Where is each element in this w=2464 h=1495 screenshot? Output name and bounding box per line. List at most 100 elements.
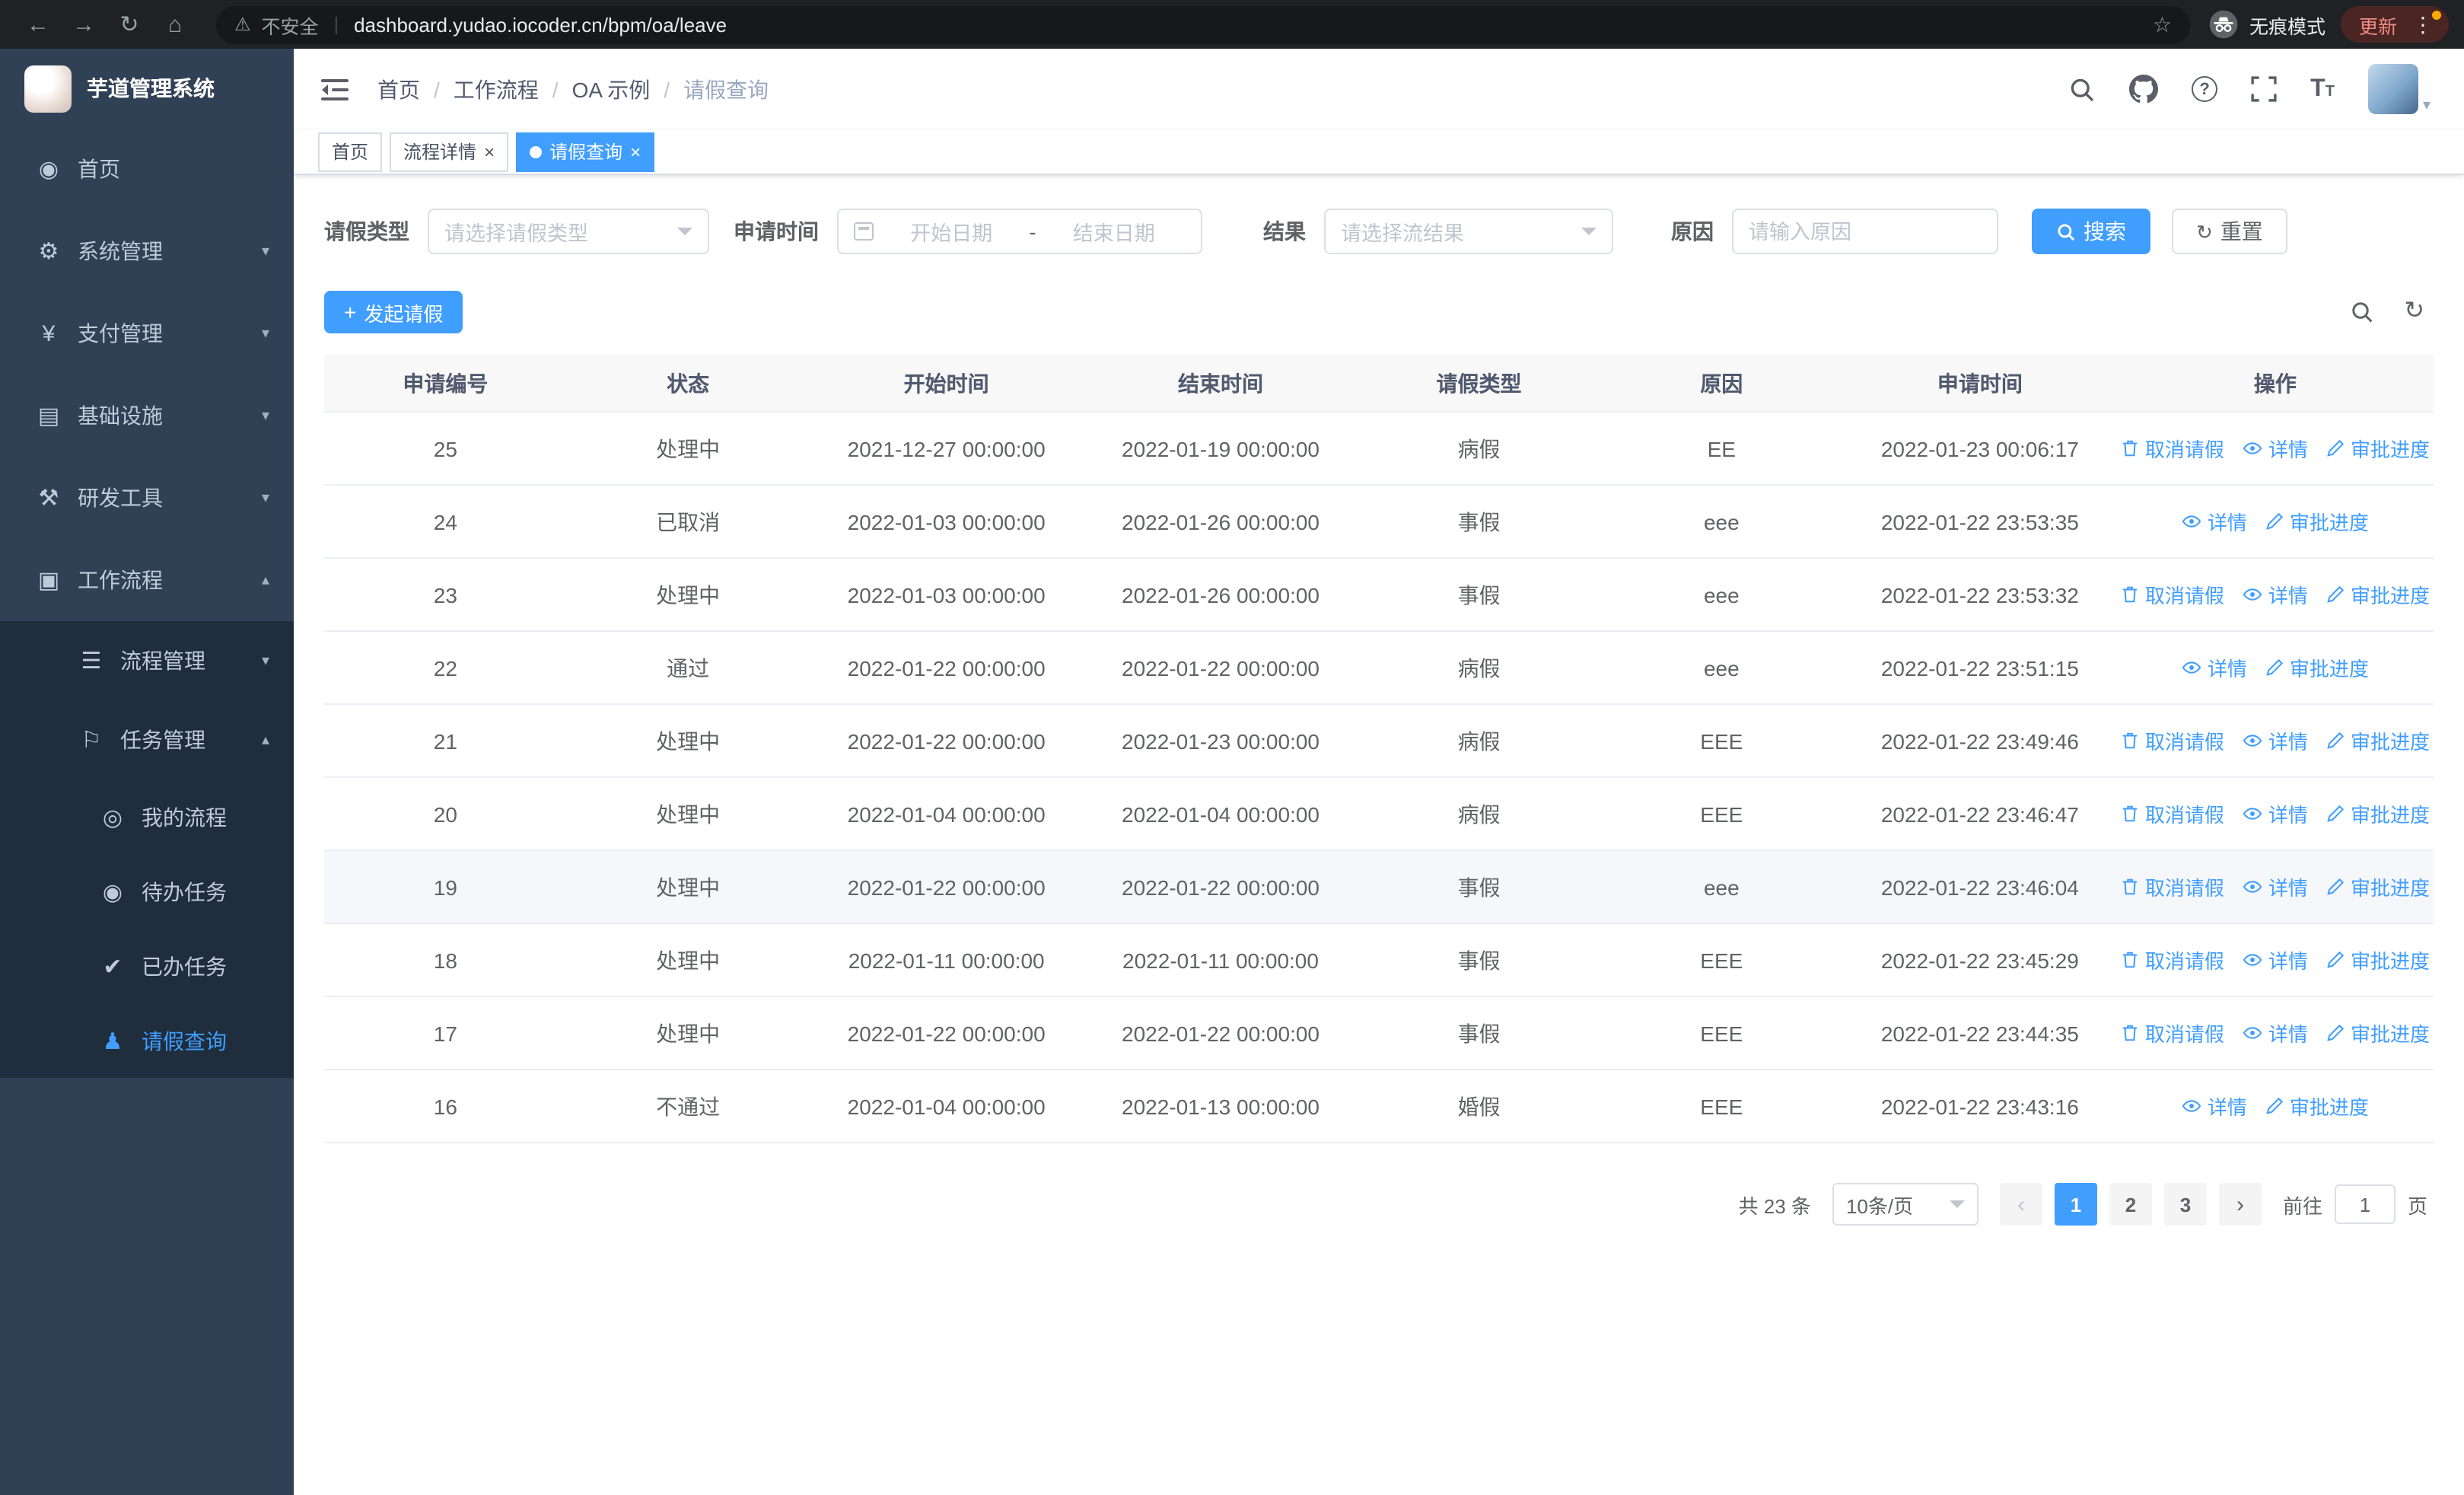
sidebar-item-label: 我的流程 [142, 805, 227, 829]
approval-progress-link[interactable]: 审批进度 [2326, 799, 2430, 828]
page-size-select[interactable]: 10条/页 [1832, 1183, 1979, 1226]
security-label[interactable]: 不安全 [262, 10, 319, 39]
search-button[interactable]: 搜索 [2032, 209, 2150, 254]
update-button[interactable]: 更新 ⋮ [2340, 6, 2449, 43]
fullscreen-icon[interactable] [2251, 76, 2277, 102]
detail-link[interactable]: 详情 [2182, 1092, 2247, 1120]
cancel-leave-link[interactable]: 取消请假 [2121, 945, 2224, 974]
detail-link[interactable]: 详情 [2243, 580, 2308, 609]
goto-page: 前往 页 [2283, 1184, 2427, 1224]
sidebar-item-label: 研发工具 [78, 486, 163, 510]
url-text[interactable]: dashboard.yudao.iocoder.cn/bpm/oa/leave [354, 13, 727, 36]
check-icon: ✔ [103, 954, 123, 980]
approval-progress-link[interactable]: 审批进度 [2326, 945, 2430, 974]
help-icon[interactable]: ? [2192, 76, 2218, 102]
detail-link[interactable]: 详情 [2243, 434, 2308, 463]
page-button-1[interactable]: 1 [2054, 1183, 2097, 1226]
workflow-submenu: ☰ 流程管理 ▾ ⚐ 任务管理 ▴ ◎ 我的流程 ◉ 待办任务 ✔ 已办任务 ♟… [0, 621, 294, 1078]
browser-menu-icon[interactable]: ⋮ [2405, 8, 2443, 37]
sidebar-item-done-tasks[interactable]: ✔ 已办任务 [0, 929, 294, 1003]
reason-label: 原因 [1671, 219, 1714, 244]
sidebar-item-leave-query[interactable]: ♟ 请假查询 [0, 1003, 294, 1078]
search-icon[interactable] [2068, 75, 2096, 103]
detail-link[interactable]: 详情 [2182, 507, 2247, 536]
close-tab-icon[interactable]: × [630, 142, 641, 161]
sidebar-item-payment-management[interactable]: ¥ 支付管理 ▾ [0, 292, 294, 375]
detail-link[interactable]: 详情 [2243, 799, 2308, 828]
table-row: 21 处理中 2022-01-22 00:00:00 2022-01-23 00… [324, 705, 2434, 778]
edit-icon [2267, 658, 2284, 676]
approval-progress-link[interactable]: 审批进度 [2326, 1018, 2430, 1047]
sidebar-collapse-icon[interactable] [317, 71, 353, 107]
approval-progress-link[interactable]: 审批进度 [2326, 872, 2430, 901]
breadcrumb-oa-example[interactable]: OA 示例 [572, 74, 651, 104]
approval-progress-link[interactable]: 审批进度 [2326, 580, 2430, 609]
back-icon[interactable]: ← [15, 3, 61, 46]
github-icon[interactable] [2129, 75, 2159, 104]
breadcrumb-home[interactable]: 首页 [377, 74, 420, 104]
cancel-leave-link[interactable]: 取消请假 [2121, 872, 2224, 901]
approval-progress-link[interactable]: 审批进度 [2326, 726, 2430, 755]
bookmark-star-icon[interactable]: ☆ [2153, 11, 2172, 37]
detail-link[interactable]: 详情 [2243, 726, 2308, 755]
table-row: 24 已取消 2022-01-03 00:00:00 2022-01-26 00… [324, 486, 2434, 559]
sidebar-item-system-management[interactable]: ⚙ 系统管理 ▾ [0, 210, 294, 292]
reload-icon[interactable]: ↻ [107, 3, 152, 46]
forward-icon[interactable]: → [61, 3, 107, 46]
sidebar-item-home[interactable]: ◉ 首页 [0, 128, 294, 210]
sidebar-item-infrastructure[interactable]: ▤ 基础设施 ▾ [0, 375, 294, 457]
page-button-3[interactable]: 3 [2163, 1183, 2207, 1226]
url-bar[interactable]: ⚠ 不安全 | dashboard.yudao.iocoder.cn/bpm/o… [216, 5, 2190, 43]
close-tab-icon[interactable]: × [484, 142, 495, 161]
breadcrumb-workflow[interactable]: 工作流程 [454, 74, 539, 104]
edit-icon [2267, 512, 2284, 530]
sidebar-item-my-process[interactable]: ◎ 我的流程 [0, 779, 294, 854]
cancel-leave-link[interactable]: 取消请假 [2121, 434, 2224, 463]
leave-type-select[interactable]: 请选择请假类型 [428, 209, 709, 254]
reason-input[interactable] [1732, 209, 1998, 254]
sidebar-item-dev-tools[interactable]: ⚒ 研发工具 ▾ [0, 457, 294, 539]
refresh-table-icon[interactable]: ↻ [2404, 299, 2424, 324]
sidebar-item-task-management[interactable]: ⚐ 任务管理 ▴ [0, 700, 294, 779]
font-size-icon[interactable]: TT [2310, 76, 2335, 101]
cell-apply-id: 20 [433, 802, 457, 826]
next-page-button[interactable]: › [2218, 1183, 2262, 1226]
detail-link[interactable]: 详情 [2243, 1018, 2308, 1047]
prev-page-button[interactable]: ‹ [1999, 1183, 2042, 1226]
detail-link[interactable]: 详情 [2182, 653, 2247, 682]
approval-progress-link[interactable]: 审批进度 [2265, 507, 2369, 536]
sidebar: 芋道管理系统 ◉ 首页 ⚙ 系统管理 ▾ ¥ 支付管理 ▾ ▤ 基础设施 ▾ ⚒… [0, 49, 294, 1495]
cell-reason: eee [1703, 582, 1740, 607]
tab-process-detail[interactable]: 流程详情 × [390, 132, 509, 171]
create-leave-button[interactable]: + 发起请假 [324, 291, 463, 333]
trash-icon [2123, 952, 2138, 968]
detail-link[interactable]: 详情 [2243, 945, 2308, 974]
cancel-leave-link[interactable]: 取消请假 [2121, 580, 2224, 609]
sidebar-item-label: 支付管理 [78, 321, 163, 346]
tab-home[interactable]: 首页 [318, 132, 383, 171]
result-select[interactable]: 请选择流结果 [1324, 209, 1613, 254]
sidebar-item-workflow[interactable]: ▣ 工作流程 ▴ [0, 539, 294, 621]
cell-apply-id: 18 [433, 948, 457, 972]
apply-time-range-picker[interactable]: 开始日期 - 结束日期 [837, 209, 1202, 254]
search-icon [2058, 223, 2075, 241]
tab-leave-query[interactable]: 请假查询 × [516, 132, 655, 171]
sidebar-item-label: 待办任务 [142, 879, 227, 904]
approval-progress-link[interactable]: 审批进度 [2265, 653, 2369, 682]
home-icon[interactable]: ⌂ [152, 3, 198, 46]
cancel-leave-link[interactable]: 取消请假 [2121, 726, 2224, 755]
cancel-leave-link[interactable]: 取消请假 [2121, 799, 2224, 828]
task-icon: ⚐ [81, 728, 102, 754]
cancel-leave-link[interactable]: 取消请假 [2121, 1018, 2224, 1047]
sidebar-item-todo-tasks[interactable]: ◉ 待办任务 [0, 854, 294, 929]
reset-button[interactable]: ↻ 重置 [2172, 209, 2287, 254]
page-button-2[interactable]: 2 [2109, 1183, 2152, 1226]
user-avatar-menu[interactable]: ▾ [2367, 64, 2431, 114]
chevron-down-icon: ▾ [261, 325, 269, 342]
sidebar-item-process-management[interactable]: ☰ 流程管理 ▾ [0, 621, 294, 700]
goto-page-input[interactable] [2334, 1184, 2396, 1224]
detail-link[interactable]: 详情 [2243, 872, 2308, 901]
approval-progress-link[interactable]: 审批进度 [2265, 1092, 2369, 1120]
toggle-search-icon[interactable] [2349, 300, 2373, 324]
approval-progress-link[interactable]: 审批进度 [2326, 434, 2430, 463]
